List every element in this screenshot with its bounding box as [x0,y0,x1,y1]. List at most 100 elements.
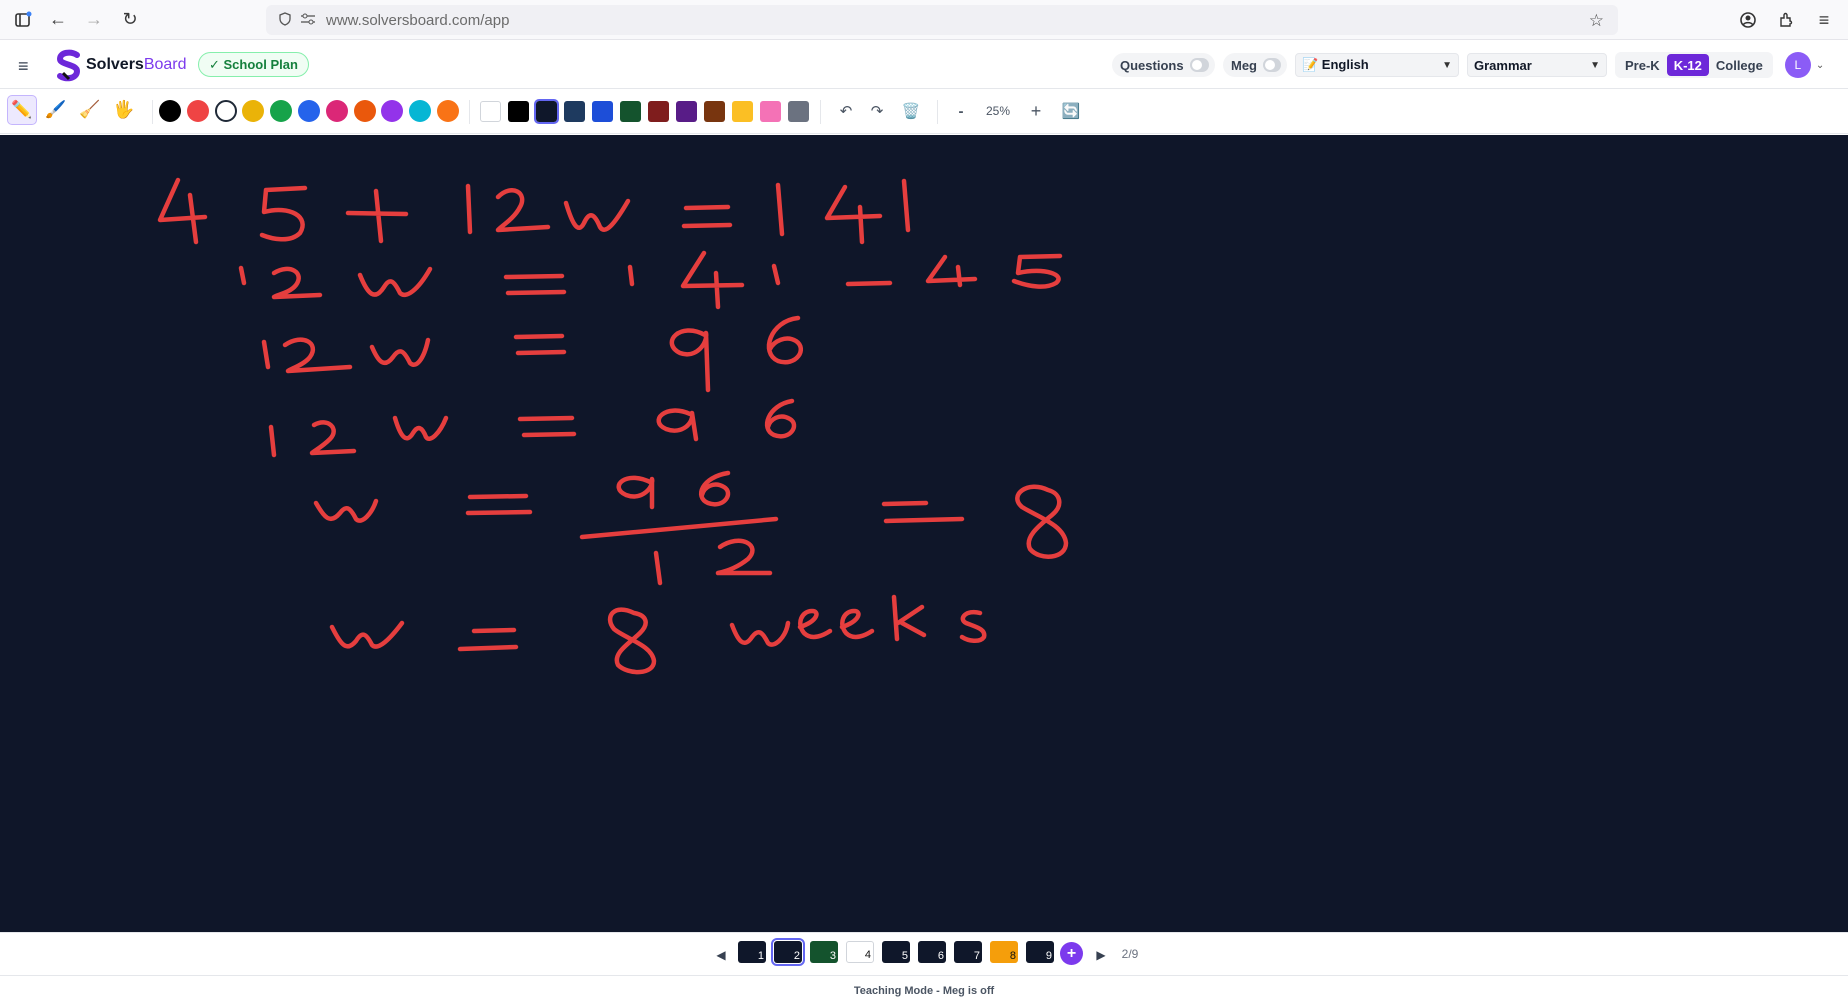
equation-line-1 [157,177,911,245]
toolbar-divider [152,100,153,124]
page-thumbnail[interactable]: 3 [810,941,838,963]
pen-color-swatch[interactable] [186,100,209,122]
page-counter: 2/9 [1121,947,1139,961]
address-bar[interactable]: www.solversboard.com/app ☆ [266,5,1618,35]
toolbar-divider [820,100,821,124]
pen-color-swatch[interactable] [242,100,265,122]
equation-line-3 [261,315,804,393]
questions-toggle[interactable]: Questions [1112,53,1215,77]
equation-line-6 [329,594,987,675]
page-thumbnail[interactable]: 2 [771,938,805,966]
eraser-icon[interactable]: 🧹 [75,95,105,125]
school-plan-badge[interactable]: ✓ School Plan [198,52,309,77]
pen-color-swatch[interactable] [325,100,348,122]
menu-icon[interactable]: ≡ [1806,0,1842,40]
url-text[interactable]: www.solversboard.com/app [326,12,509,29]
background-color-swatch[interactable] [592,101,613,122]
previous-page-button[interactable]: ◀ [712,943,730,967]
shield-icon[interactable] [278,11,296,29]
pen-color-swatch[interactable] [270,100,293,122]
page-thumbnail[interactable]: 4 [846,941,874,963]
zoom-out-button[interactable]: - [952,99,970,123]
reload-icon[interactable]: ↻ [112,0,148,40]
clear-trash-icon[interactable]: 🗑️ [900,99,922,123]
background-color-swatch[interactable] [508,101,529,122]
pen-color-swatch[interactable] [159,100,181,122]
background-color-swatch[interactable] [620,101,641,122]
questions-label: Questions [1120,57,1184,73]
whiteboard-canvas[interactable] [0,135,1848,932]
subject-value: Grammar [1474,57,1532,73]
background-color-swatch[interactable] [732,101,753,122]
background-color-swatch[interactable] [788,101,809,122]
site-settings-icon[interactable] [296,13,320,28]
brush-icon[interactable]: 🖌️ [41,95,71,125]
level-selector: Pre-K K-12 College [1615,52,1773,78]
status-footer: Teaching Mode - Meg is off [0,975,1848,1008]
background-color-swatch[interactable] [704,101,725,122]
sidebar-toggle-icon[interactable] [5,0,41,40]
pen-color-swatch[interactable] [381,100,404,122]
background-color-swatch[interactable] [534,99,559,124]
avatar[interactable]: L [1784,52,1811,78]
brand-main: Solvers [86,56,144,73]
language-select[interactable]: 📝 English ▼ [1295,53,1459,77]
toolbar-divider [937,100,938,124]
handwriting-layer [157,177,1069,675]
add-page-button[interactable]: + [1060,942,1083,965]
chevron-down-icon: ▼ [1442,59,1452,71]
equation-line-5 [313,470,1069,586]
background-color-swatch[interactable] [648,101,669,122]
page-thumbnail[interactable]: 7 [954,941,982,963]
equation-line-2 [238,250,1063,310]
hamburger-menu-icon[interactable]: ≡ [18,56,29,77]
pencil-icon[interactable]: ✏️ [7,95,37,125]
pen-color-swatch[interactable] [437,100,459,122]
redo-icon[interactable]: ↷ [867,99,887,123]
extensions-icon[interactable] [1768,0,1804,40]
background-color-swatch[interactable] [564,101,585,122]
meg-toggle[interactable]: Meg [1223,53,1287,77]
background-color-swatch[interactable] [480,101,501,122]
chevron-down-icon[interactable]: ⌄ [1816,60,1824,71]
user-menu[interactable]: L ⌄ [1784,52,1824,78]
page-thumbnail[interactable]: 6 [918,941,946,963]
reset-view-icon[interactable]: 🔄 [1060,99,1082,123]
browser-toolbar: ← → ↻ www.solversboard.com/app ☆ ≡ [0,0,1848,40]
pen-color-swatch[interactable] [298,100,320,122]
background-color-swatch[interactable] [676,101,697,122]
forward-icon[interactable]: → [76,0,112,40]
page-thumbnail[interactable]: 1 [738,941,766,963]
brand-name[interactable]: SolversBoard [86,56,187,74]
page-thumbnail[interactable]: 9 [1026,941,1054,963]
back-icon[interactable]: ← [40,0,76,40]
page-thumbnail[interactable]: 5 [882,941,910,963]
bookmark-star-icon[interactable]: ☆ [1589,11,1604,31]
background-color-swatch[interactable] [760,101,781,122]
level-k-12[interactable]: K-12 [1666,54,1709,76]
meg-label: Meg [1231,57,1257,73]
level-college[interactable]: College [1709,54,1770,76]
undo-icon[interactable]: ↶ [836,99,856,123]
hand-icon[interactable]: 🖐 [109,95,139,125]
next-page-button[interactable]: ▶ [1092,943,1110,967]
drawing-toolbar: ✏️ 🖌️ 🧹 🖐 ↶ ↷ 🗑️ - 25% + 🔄 [0,90,1848,134]
chevron-down-icon: ▼ [1590,59,1600,71]
zoom-level: 25% [985,104,1011,118]
brand-accent: Board [143,56,187,73]
solversboard-logo-icon[interactable] [55,49,83,83]
equation-line-4 [268,398,797,458]
meg-switch[interactable] [1263,58,1281,72]
pen-color-swatch[interactable] [409,100,432,122]
account-icon[interactable] [1730,0,1766,40]
pen-color-swatch[interactable] [214,100,237,122]
toolbar-divider [469,100,470,124]
language-value: 📝 English [1302,57,1369,72]
level-pre-k[interactable]: Pre-K [1618,54,1667,76]
subject-select[interactable]: Grammar ▼ [1467,53,1607,77]
pen-color-swatch[interactable] [353,100,376,122]
page-thumbnail[interactable]: 8 [990,941,1018,963]
questions-switch[interactable] [1189,58,1209,72]
zoom-in-button[interactable]: + [1026,99,1046,123]
page-navigation: ◀ 123456789 + ▶ 2/9 [0,932,1848,974]
